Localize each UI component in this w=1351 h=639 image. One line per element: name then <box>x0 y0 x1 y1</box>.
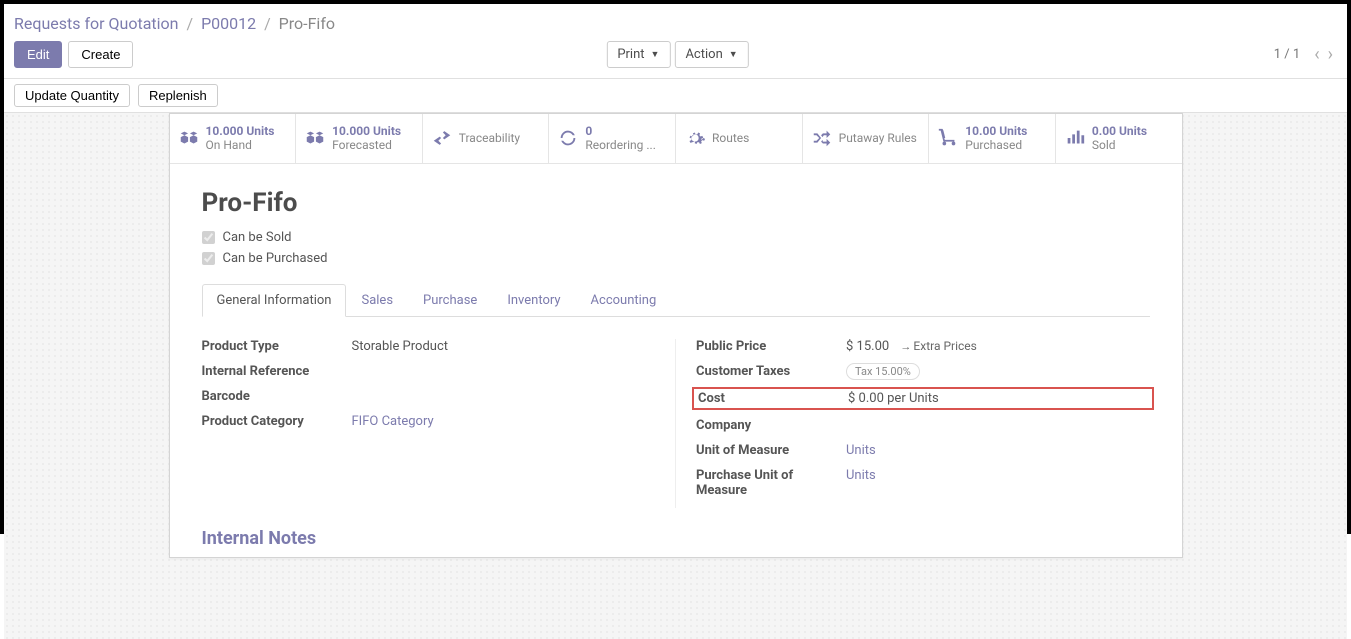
value-internal-reference <box>352 364 656 379</box>
internal-notes-heading: Internal Notes <box>202 528 1150 549</box>
update-quantity-button[interactable]: Update Quantity <box>14 84 130 107</box>
refresh-icon <box>557 127 579 149</box>
cubes-icon <box>304 127 326 149</box>
cogs-icon <box>684 127 706 149</box>
label-purchase-uom: Purchase Unit of Measure <box>696 468 846 498</box>
cost-highlight: Cost $ 0.00 per Units <box>692 387 1154 410</box>
exchange-icon <box>431 127 453 149</box>
label-public-price: Public Price <box>696 339 846 354</box>
breadcrumb: Requests for Quotation / P00012 / Pro-Fi… <box>14 10 1337 41</box>
checkbox-sold[interactable] <box>202 231 215 244</box>
stat-forecasted[interactable]: 10.000 UnitsForecasted <box>296 114 423 163</box>
arrow-right-icon: → <box>900 340 911 353</box>
print-dropdown[interactable]: Print▼ <box>606 41 670 68</box>
stat-purchased[interactable]: 10.00 UnitsPurchased <box>929 114 1056 163</box>
caret-down-icon: ▼ <box>729 49 738 60</box>
stat-traceability[interactable]: Traceability <box>423 114 550 163</box>
breadcrumb-root[interactable]: Requests for Quotation <box>14 14 179 33</box>
pager-count: 1 / 1 <box>1274 47 1300 62</box>
value-product-category[interactable]: FIFO Category <box>352 414 434 429</box>
breadcrumb-sep: / <box>186 14 193 33</box>
value-cost: $ 0.00 <box>848 391 884 406</box>
tax-badge: Tax 15.00% <box>846 363 920 380</box>
bars-icon <box>1064 127 1086 149</box>
edit-button[interactable]: Edit <box>14 41 62 68</box>
value-uom[interactable]: Units <box>846 443 876 458</box>
tab-general-information[interactable]: General Information <box>202 284 347 317</box>
tab-purchase[interactable]: Purchase <box>408 284 492 317</box>
value-company <box>846 418 1150 433</box>
label-product-type: Product Type <box>202 339 352 354</box>
product-title: Pro-Fifo <box>202 188 1150 218</box>
checkbox-purchased[interactable] <box>202 252 215 265</box>
breadcrumb-current: Pro-Fifo <box>279 14 335 33</box>
cart-icon <box>937 127 959 149</box>
pager-next-icon[interactable]: › <box>1324 44 1337 65</box>
create-button[interactable]: Create <box>68 41 133 68</box>
label-uom: Unit of Measure <box>696 443 846 458</box>
cost-suffix: per Units <box>887 391 939 406</box>
label-customer-taxes: Customer Taxes <box>696 364 846 379</box>
tab-sales[interactable]: Sales <box>346 284 408 317</box>
label-internal-reference: Internal Reference <box>202 364 352 379</box>
label-company: Company <box>696 418 846 433</box>
label-cost: Cost <box>698 391 848 406</box>
pager-prev-icon[interactable]: ‹ <box>1310 44 1323 65</box>
label-product-category: Product Category <box>202 414 352 429</box>
caret-down-icon: ▼ <box>651 49 660 60</box>
stat-reordering[interactable]: 0Reordering ... <box>549 114 676 163</box>
value-purchase-uom[interactable]: Units <box>846 468 876 483</box>
cubes-icon <box>178 127 200 149</box>
breadcrumb-sep: / <box>264 14 271 33</box>
can-be-purchased-checkbox[interactable]: Can be Purchased <box>202 251 1150 266</box>
replenish-button[interactable]: Replenish <box>138 84 218 107</box>
stat-sold[interactable]: 0.00 UnitsSold <box>1056 114 1182 163</box>
tab-accounting[interactable]: Accounting <box>576 284 672 317</box>
can-be-sold-checkbox[interactable]: Can be Sold <box>202 230 1150 245</box>
action-dropdown[interactable]: Action▼ <box>674 41 748 68</box>
stat-buttons: 10.000 UnitsOn Hand 10.000 UnitsForecast… <box>170 114 1182 164</box>
stat-on-hand[interactable]: 10.000 UnitsOn Hand <box>170 114 297 163</box>
label-barcode: Barcode <box>202 389 352 404</box>
value-public-price: $ 15.00 <box>846 339 889 354</box>
value-product-type: Storable Product <box>352 339 656 354</box>
stat-putaway[interactable]: Putaway Rules <box>803 114 930 163</box>
stat-routes[interactable]: Routes <box>676 114 803 163</box>
breadcrumb-mid[interactable]: P00012 <box>201 14 256 33</box>
random-icon <box>811 127 833 149</box>
tabs: General Information Sales Purchase Inven… <box>202 284 1150 317</box>
extra-prices-link[interactable]: →Extra Prices <box>900 339 976 353</box>
value-barcode <box>352 389 656 404</box>
tab-inventory[interactable]: Inventory <box>492 284 575 317</box>
